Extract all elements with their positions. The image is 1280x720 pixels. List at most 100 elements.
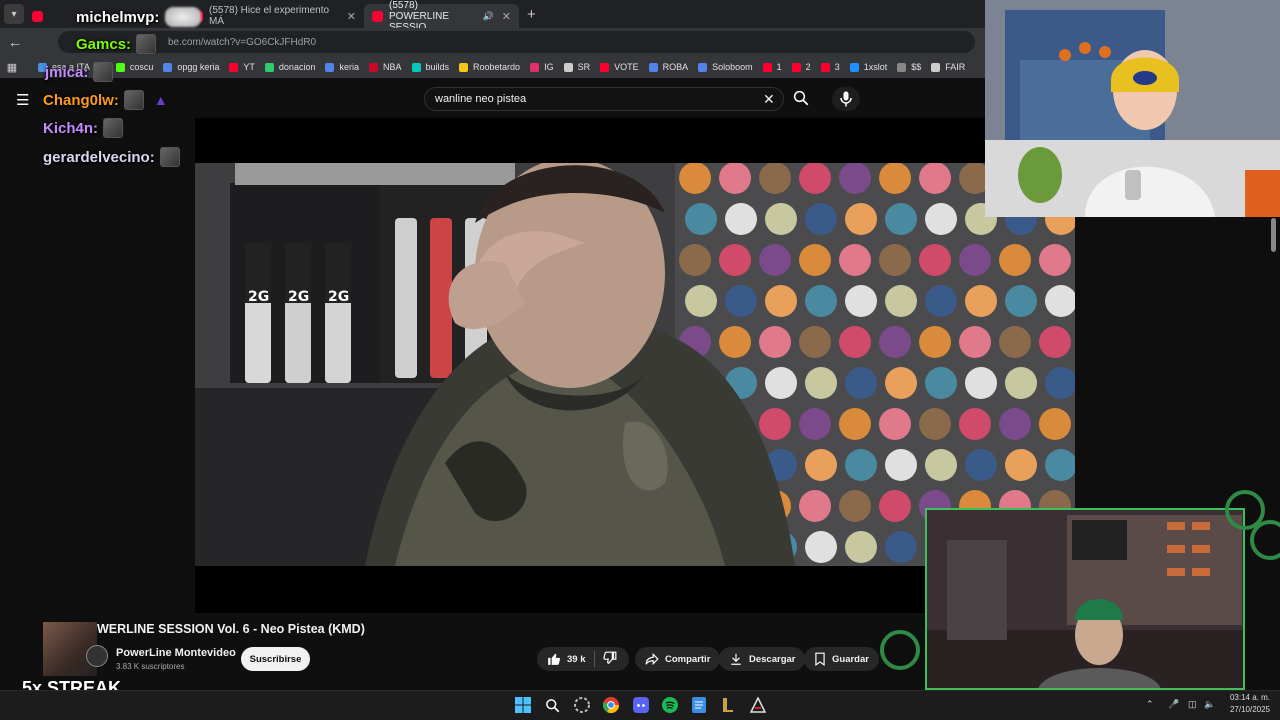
- spray-can-cap: [1039, 408, 1071, 440]
- bookmark-18[interactable]: $$: [897, 62, 921, 72]
- spray-can-cap: [999, 408, 1031, 440]
- bookmark-7[interactable]: builds: [411, 62, 449, 72]
- screen: ▾ (5578) Hice el experimento MÁ ✕ (5578)…: [0, 0, 1280, 720]
- chat-message: Chang0lw: ▲: [43, 90, 168, 110]
- bookmark-16[interactable]: 3: [820, 62, 840, 72]
- chat-message: gerardelvecino:: [43, 147, 180, 167]
- search-icon[interactable]: [792, 89, 812, 109]
- page-scrollbar[interactable]: [1271, 218, 1276, 252]
- bookmark-5[interactable]: keria: [325, 62, 359, 72]
- clock-time: 03:14 a. m.: [1229, 693, 1270, 702]
- close-tab-icon[interactable]: ✕: [347, 10, 356, 23]
- bookmark-label: ROBA: [662, 62, 689, 72]
- bookmark-9[interactable]: IG: [530, 62, 554, 72]
- bookmark-label: FAIR: [945, 62, 966, 72]
- download-button[interactable]: Descargar: [719, 647, 806, 671]
- bookmark-17[interactable]: 1xslot: [849, 62, 887, 72]
- bookmark-6[interactable]: NBA: [368, 62, 402, 72]
- spray-can-cap: [925, 203, 957, 235]
- channel-name[interactable]: PowerLine Montevideo: [116, 647, 236, 659]
- nba-icon: [368, 62, 378, 72]
- spray-can-cap: [919, 244, 951, 276]
- bookmark-label: Soloboom: [712, 62, 753, 72]
- subscribe-button[interactable]: Suscribirse: [241, 647, 310, 671]
- bookmark-4[interactable]: donacion: [264, 62, 315, 72]
- save-button[interactable]: Guardar: [804, 647, 879, 671]
- spray-can-cap: [919, 163, 951, 194]
- obs-app-icon[interactable]: [749, 696, 767, 714]
- spray-can-cap: [885, 449, 917, 481]
- spray-can-cap: [799, 244, 831, 276]
- youtube-icon: [820, 62, 830, 72]
- spray-can-cap: [845, 285, 877, 317]
- spray-can-cap: [845, 367, 877, 399]
- search-taskbar-icon[interactable]: [543, 696, 561, 714]
- tab-2-active[interactable]: (5578) POWERLINE SESSIO 🔊 ✕: [364, 0, 519, 33]
- bookmark-15[interactable]: 2: [791, 62, 811, 72]
- spray-can-cap: [799, 326, 831, 358]
- clear-search-icon[interactable]: ✕: [763, 91, 775, 108]
- chat-username: Chang0lw:: [43, 91, 119, 109]
- windows-start-icon[interactable]: [514, 696, 532, 714]
- audio-icon[interactable]: 🔊: [483, 11, 494, 22]
- chrome-icon[interactable]: [602, 696, 620, 714]
- spray-can-cap: [1005, 367, 1037, 399]
- discord-icon[interactable]: [632, 696, 650, 714]
- spray-can-cap: [885, 285, 917, 317]
- channel-avatar[interactable]: [86, 645, 108, 667]
- bookmark-label: VOTE: [614, 62, 639, 72]
- microphone-tray-icon[interactable]: 🎤: [1168, 699, 1179, 710]
- bookmark-icon: [459, 62, 469, 72]
- bookmark-3[interactable]: YT: [229, 62, 255, 72]
- bookmark-8[interactable]: Roobetardo: [459, 62, 520, 72]
- bookmark-icon: [411, 62, 421, 72]
- divider: [593, 651, 595, 667]
- close-tab-icon[interactable]: ✕: [502, 10, 511, 23]
- bookmark-13[interactable]: Soloboom: [698, 62, 753, 72]
- spotify-icon[interactable]: [661, 696, 679, 714]
- tab-1[interactable]: (5578) Hice el experimento MÁ ✕: [184, 4, 364, 28]
- chat-username: gerardelvecino:: [43, 148, 155, 166]
- bookmark-10[interactable]: SR: [563, 62, 590, 72]
- bookmark-19[interactable]: FAIR: [931, 62, 965, 72]
- dislike-button[interactable]: [602, 651, 617, 668]
- notes-icon[interactable]: [690, 696, 708, 714]
- spray-can-cap: [1039, 244, 1071, 276]
- chat-emote: [103, 118, 124, 138]
- network-icon[interactable]: ◫: [1188, 699, 1197, 710]
- like-button[interactable]: 39 k: [547, 652, 586, 666]
- spray-can-cap: [845, 203, 877, 235]
- chat-message: jmica:: [45, 62, 114, 82]
- spray-can-cap: [879, 326, 911, 358]
- bookmark-12[interactable]: ROBA: [648, 62, 689, 72]
- bookmark-icon: [648, 62, 658, 72]
- league-client-icon[interactable]: [719, 696, 737, 714]
- search-input[interactable]: wanline neo pistea: [424, 87, 784, 111]
- spray-can-cap: [839, 163, 871, 194]
- share-button[interactable]: Compartir: [635, 647, 721, 671]
- guest-webcam: [925, 508, 1245, 690]
- spray-can-cap: [839, 408, 871, 440]
- spray-can-cap: [799, 490, 831, 522]
- microphone-icon[interactable]: [832, 87, 860, 111]
- spray-can-cap: [1039, 326, 1071, 358]
- volume-icon[interactable]: 🔈: [1204, 699, 1215, 710]
- spray-can-cap: [959, 244, 991, 276]
- instagram-icon: [530, 62, 540, 72]
- chat-emote: [93, 62, 114, 82]
- system-clock[interactable]: 03:14 a. m. 27/10/2025: [1226, 692, 1270, 716]
- download-icon: [731, 653, 741, 665]
- bookmark-icon: [849, 62, 859, 72]
- like-count: 39 k: [567, 653, 586, 665]
- new-tab-button[interactable]: +: [527, 6, 536, 23]
- bookmark-14[interactable]: 1: [762, 62, 782, 72]
- app-icon[interactable]: [573, 696, 591, 714]
- chat-username: Gamcs:: [76, 35, 132, 53]
- bookmark-label: YT: [243, 62, 255, 72]
- bookmark-11[interactable]: VOTE: [600, 62, 639, 72]
- tray-chevron-icon[interactable]: ⌃: [1146, 699, 1154, 710]
- share-icon: [645, 652, 659, 666]
- bookmark-label: keria: [339, 62, 359, 72]
- bookmark-save-icon: [815, 652, 825, 666]
- invader-emote-icon: ▲: [153, 92, 168, 108]
